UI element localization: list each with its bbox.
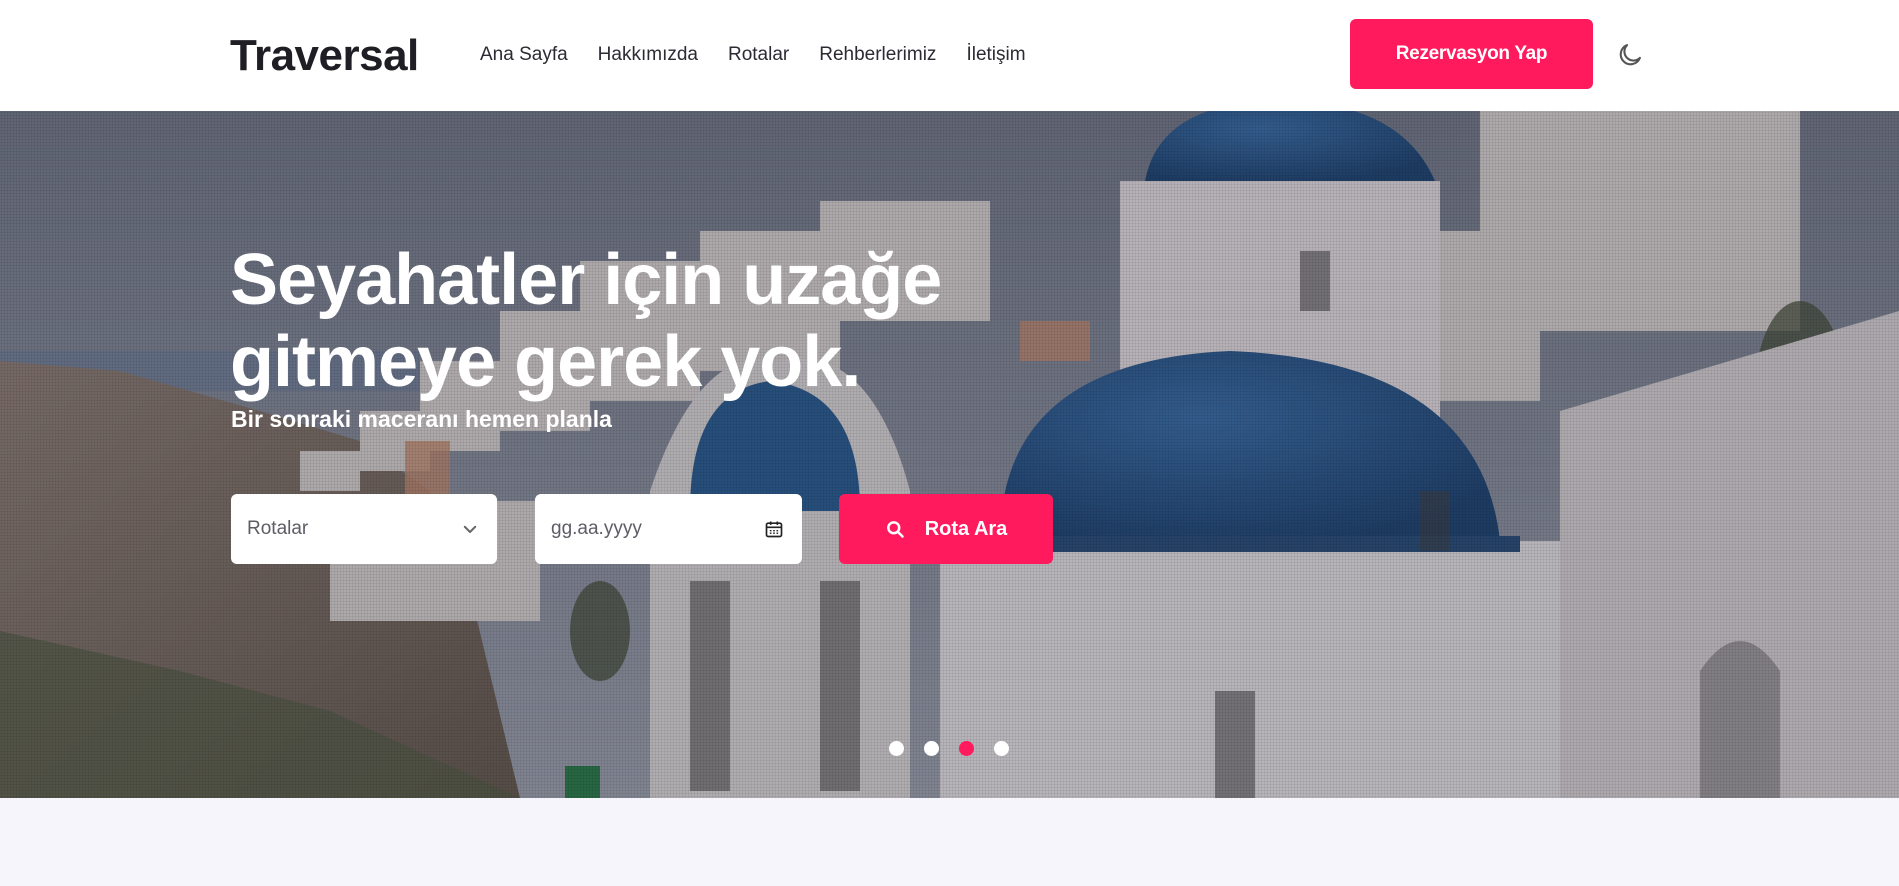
- date-input-placeholder: gg.aa.yyyy: [551, 518, 642, 539]
- date-input[interactable]: gg.aa.yyyy: [535, 494, 802, 564]
- nav-item-routes[interactable]: Rotalar: [728, 41, 789, 69]
- nav-item-about[interactable]: Hakkımızda: [598, 41, 698, 69]
- moon-icon: [1619, 44, 1641, 66]
- hero-title: Seyahatler için uzağe gitmeye gerek yok.: [230, 240, 942, 402]
- route-select-value: Rotalar: [247, 518, 309, 539]
- search-route-button[interactable]: Rota Ara: [839, 494, 1053, 564]
- search-icon: [886, 521, 904, 538]
- route-select[interactable]: Rotalar: [231, 494, 497, 564]
- slider-pagination: [889, 741, 1009, 756]
- hero-subtitle: Bir sonraki maceranı hemen planla: [231, 406, 612, 432]
- chevron-down-icon: [463, 525, 477, 533]
- slider-dot-4[interactable]: [994, 741, 1009, 756]
- theme-toggle-button[interactable]: [1614, 39, 1646, 71]
- main-nav: Ana Sayfa Hakkımızda Rotalar Rehberlerim…: [480, 41, 1056, 69]
- nav-item-contact[interactable]: İletişim: [966, 41, 1025, 69]
- hero-overlay: [0, 111, 1899, 798]
- nav-item-guides[interactable]: Rehberlerimiz: [819, 41, 936, 69]
- brand-logo[interactable]: Traversal: [230, 30, 419, 82]
- hero-section: Seyahatler için uzağe gitmeye gerek yok.…: [0, 111, 1899, 798]
- reserve-button[interactable]: Rezervasyon Yap: [1350, 19, 1593, 89]
- slider-dot-2[interactable]: [924, 741, 939, 756]
- slider-dot-1[interactable]: [889, 741, 904, 756]
- nav-item-home[interactable]: Ana Sayfa: [480, 41, 568, 69]
- search-route-label: Rota Ara: [924, 517, 1008, 540]
- slider-dot-3[interactable]: [959, 741, 974, 756]
- site-header: Traversal Ana Sayfa Hakkımızda Rotalar R…: [0, 0, 1899, 111]
- calendar-icon[interactable]: [764, 519, 784, 539]
